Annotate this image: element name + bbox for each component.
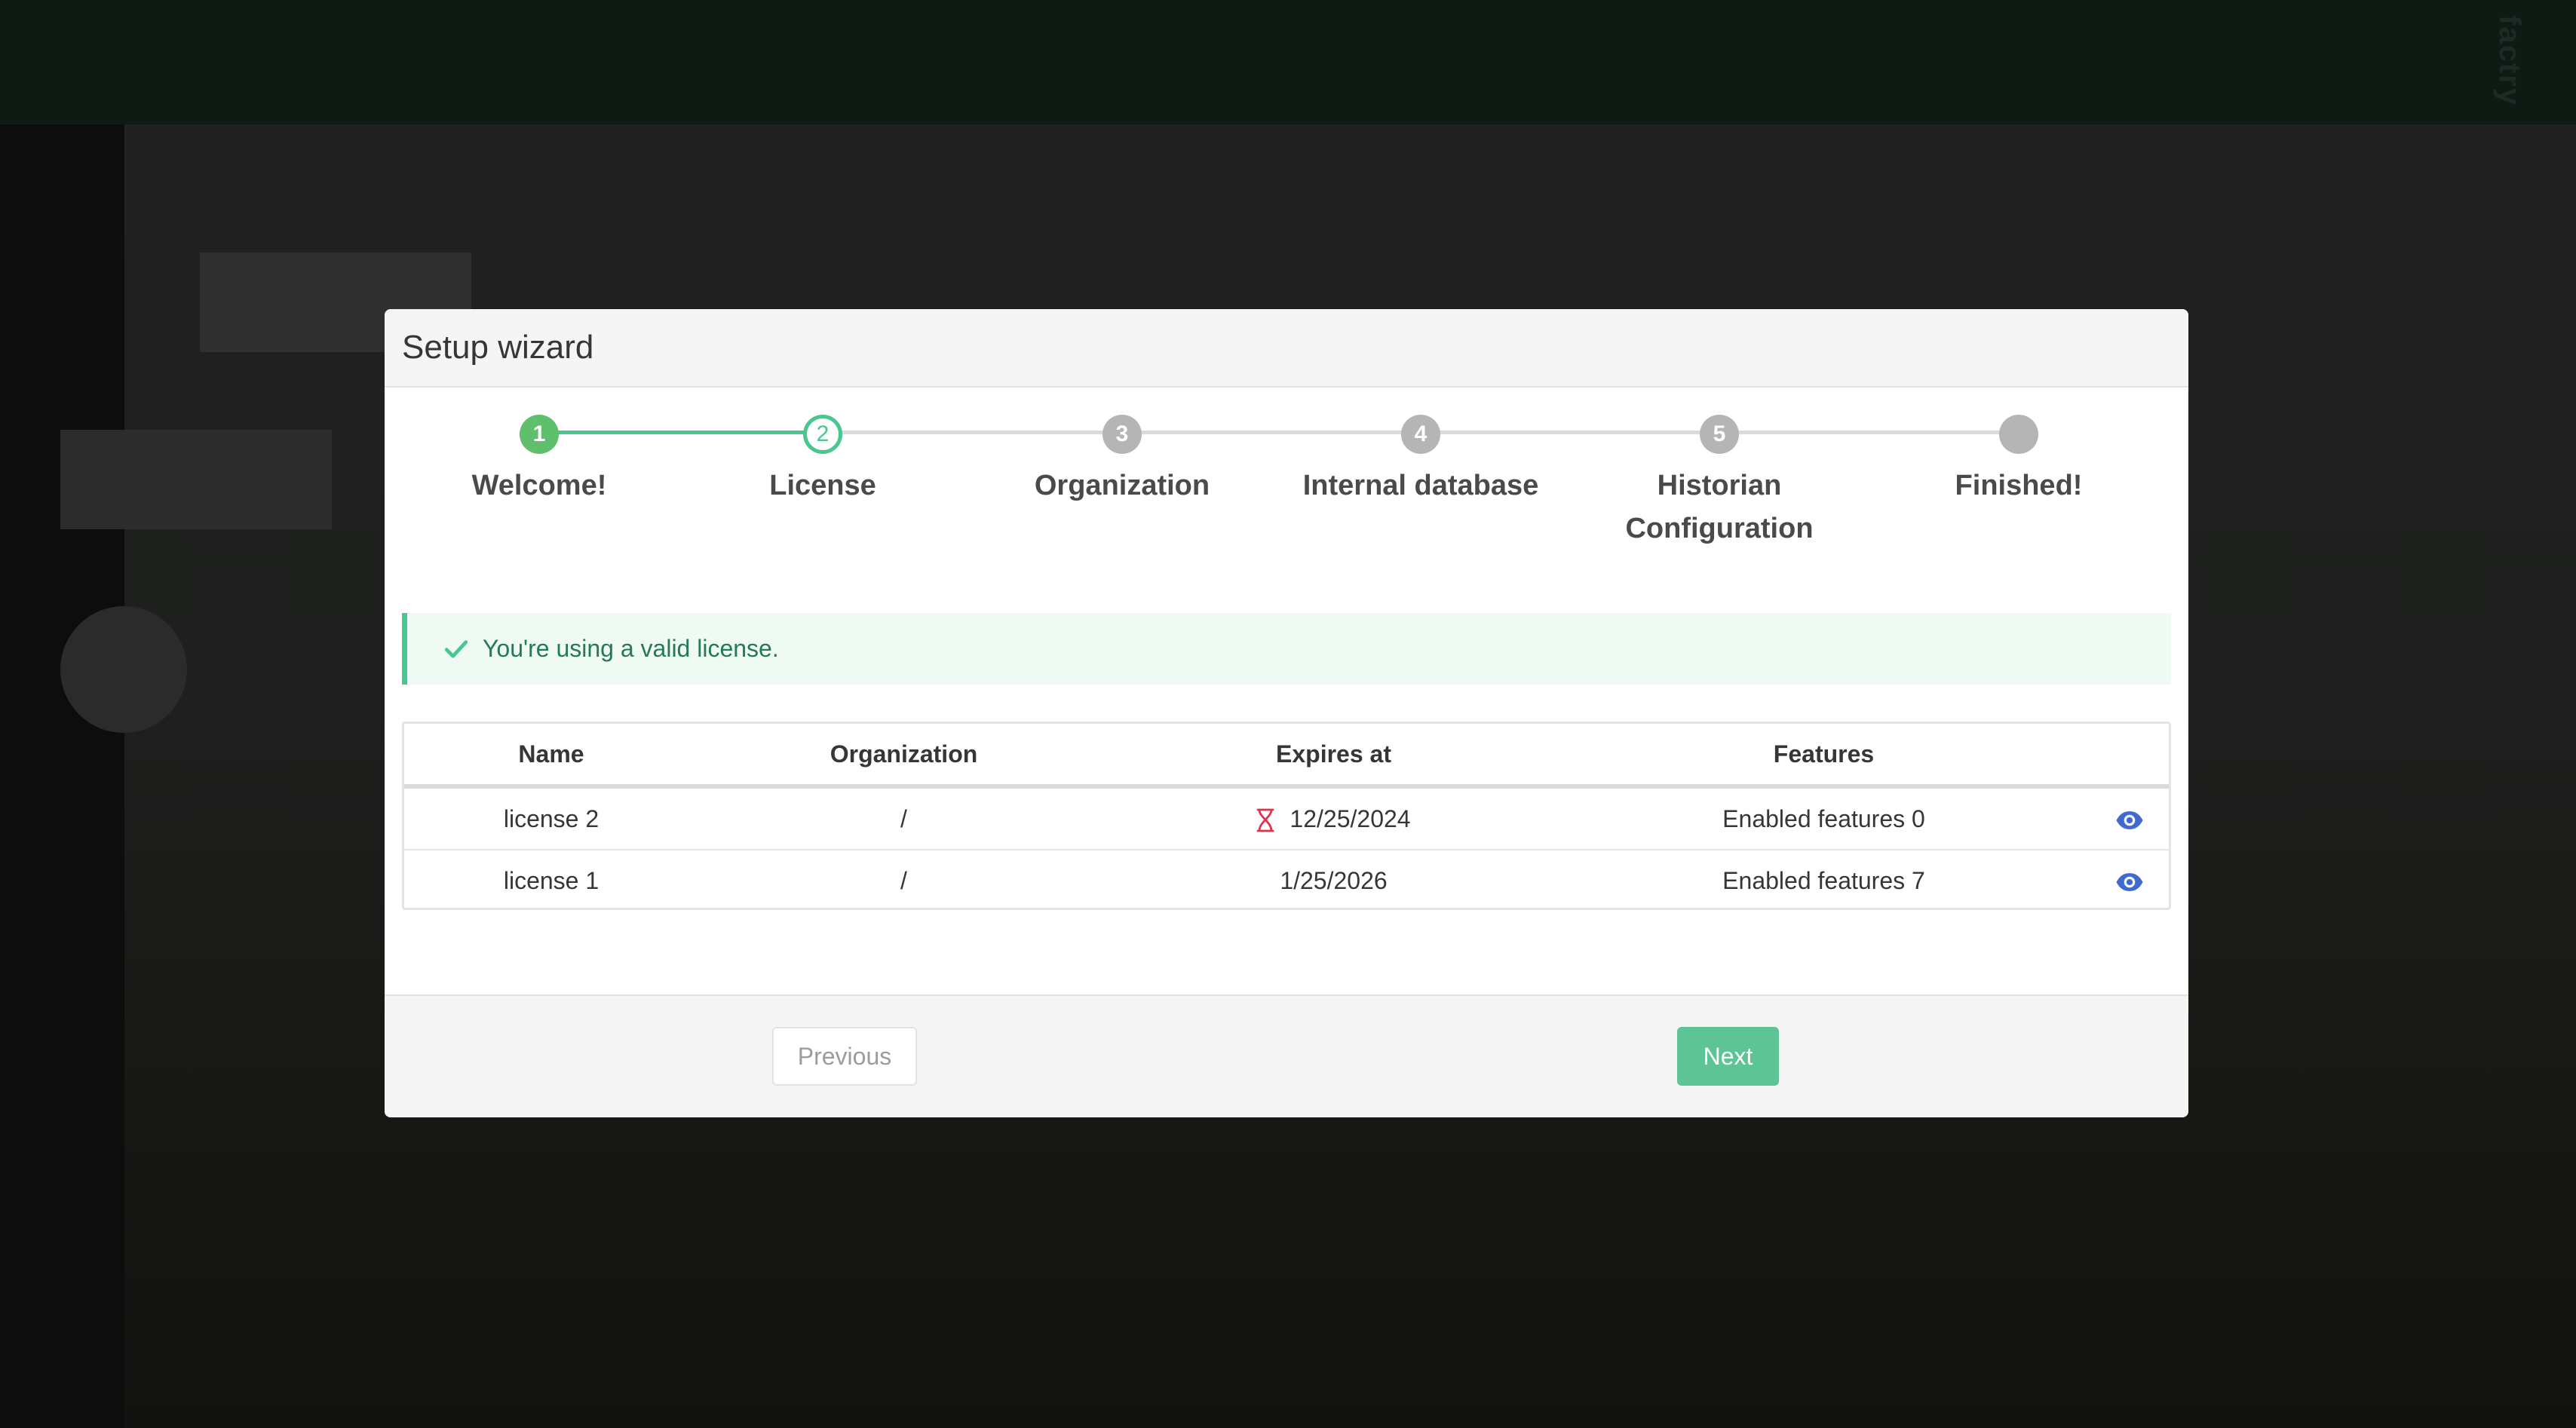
view-license-cell: [2090, 786, 2169, 850]
column-header-features: Features: [1558, 724, 2090, 789]
table-header-row: Name Organization Expires at Features: [404, 724, 2169, 789]
background-navbar: factry: [0, 0, 2576, 124]
background-brand-logo: factry: [2493, 15, 2526, 106]
license-features-cell: Enabled features 7: [1722, 866, 1925, 894]
eye-icon[interactable]: [2115, 811, 2144, 830]
license-organization-cell: /: [698, 786, 1109, 850]
license-expires-cell: 1/25/2026: [1280, 866, 1388, 894]
modal-footer: Previous Next: [385, 994, 2188, 1117]
column-header-actions: [2090, 724, 2169, 789]
eye-icon[interactable]: [2115, 872, 2144, 892]
setup-wizard-modal: Setup wizard 1 Welcome! 2 License 3 Orga…: [385, 309, 2188, 1117]
column-header-organization: Organization: [698, 724, 1109, 789]
step-connector: [539, 431, 823, 434]
next-button[interactable]: Next: [1677, 1027, 1779, 1086]
modal-header: Setup wizard: [385, 309, 2188, 388]
table-row: license 2 / 12/25/2024 Enabled features …: [404, 786, 2169, 850]
modal-title: Setup wizard: [402, 329, 594, 366]
previous-button[interactable]: Previous: [772, 1027, 917, 1086]
license-name-cell: license 2: [404, 786, 698, 850]
license-name-cell: license 1: [503, 866, 600, 894]
view-license-cell: [2090, 850, 2169, 911]
column-header-name: Name: [404, 724, 698, 789]
background-sidebar: [0, 124, 124, 1428]
step-label-finished: Finished!: [1955, 470, 2083, 501]
license-table: Name Organization Expires at Features li…: [402, 722, 2171, 910]
step-label-historian-configuration: Historian Configuration: [1625, 470, 1814, 544]
wizard-steps: 1 Welcome! 2 License 3 Organization 4 In…: [385, 388, 2188, 568]
step-marker-finished: [1999, 415, 2038, 454]
check-icon: [443, 636, 469, 662]
step-label-internal-database: Internal database: [1302, 470, 1539, 501]
step-label-organization: Organization: [1034, 470, 1210, 501]
step-label-license: License: [769, 470, 876, 501]
table-row: license 1 / 1/25/2026 Enabled features 7: [404, 850, 2169, 911]
step-marker-organization: 3: [1102, 415, 1142, 454]
notification-text: You're using a valid license.: [483, 635, 779, 662]
license-valid-notification: You're using a valid license.: [402, 613, 2171, 685]
license-organization-cell: /: [900, 866, 907, 894]
step-marker-license: 2: [803, 415, 842, 454]
hourglass-icon: [1256, 808, 1274, 832]
license-expires-cell: 12/25/2024: [1109, 786, 1558, 850]
column-header-expires-at: Expires at: [1109, 724, 1558, 789]
background-avatar: [60, 606, 187, 733]
background-card: [60, 430, 332, 529]
step-marker-welcome: 1: [520, 415, 559, 454]
step-label-welcome: Welcome!: [471, 470, 607, 501]
license-features-cell: Enabled features 0: [1558, 786, 2090, 850]
step-marker-historian-configuration: 5: [1700, 415, 1739, 454]
step-marker-internal-database: 4: [1401, 415, 1440, 454]
license-expires-date: 12/25/2024: [1290, 804, 1411, 832]
